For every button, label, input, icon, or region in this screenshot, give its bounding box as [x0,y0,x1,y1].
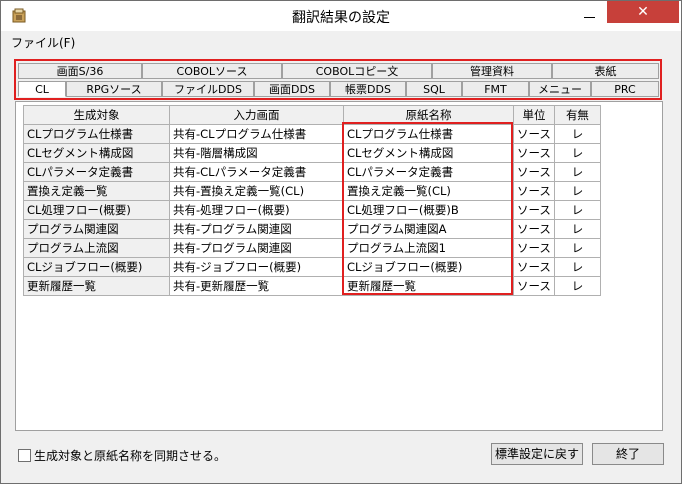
cell-input-screen[interactable]: 共有-プログラム関連図 [169,219,344,239]
col-header-input-screen[interactable]: 入力画面 [169,105,344,125]
col-header-presence[interactable]: 有無 [553,105,601,125]
settings-window: 翻訳結果の設定 ✕ ファイル(F) 画面S/36 COBOLソース COBOLコ… [0,0,682,484]
menu-bar: ファイル(F) [1,31,681,53]
cell-unit[interactable]: ソース [513,200,555,220]
cell-input-screen[interactable]: 共有-CLプログラム仕様書 [169,124,344,144]
cell-unit[interactable]: ソース [513,238,555,258]
exit-button[interactable]: 終了 [592,443,664,465]
close-window-button[interactable]: ✕ [607,1,679,23]
cell-input-screen[interactable]: 共有-ジョブフロー(概要) [169,257,344,277]
cell-input-screen[interactable]: 共有-プログラム関連図 [169,238,344,258]
cell-presence[interactable]: レ [553,124,601,144]
cell-input-screen[interactable]: 共有-処理フロー(概要) [169,200,344,220]
original-name-highlight-box [342,122,513,295]
sync-checkbox[interactable] [18,449,31,462]
table-row[interactable]: 置換え定義一覧 共有-置換え定義一覧(CL) 置換え定義一覧(CL) ソースレ [23,181,601,201]
translation-settings-table: 生成対象 入力画面 原紙名称 単位 有無 CLプログラム仕様書 共有-CLプログラ… [23,105,601,296]
cell-input-screen[interactable]: 共有-階層構成図 [169,143,344,163]
reset-defaults-button[interactable]: 標準設定に戻す [491,443,583,465]
menu-file[interactable]: ファイル(F) [11,34,75,51]
table-row[interactable]: CL処理フロー(概要) 共有-処理フロー(概要) CL処理フロー(概要)B ソースレ [23,200,601,220]
cell-target[interactable]: 置換え定義一覧 [23,181,170,201]
cell-presence[interactable]: レ [553,219,601,239]
cell-input-screen[interactable]: 共有-CLパラメータ定義書 [169,162,344,182]
table-row[interactable]: CLパラメータ定義書 共有-CLパラメータ定義書 CLパラメータ定義書 ソースレ [23,162,601,182]
col-header-target[interactable]: 生成対象 [23,105,170,125]
title-bar: 翻訳結果の設定 ✕ [1,1,681,31]
cell-target[interactable]: プログラム関連図 [23,219,170,239]
cell-unit[interactable]: ソース [513,257,555,277]
cell-presence[interactable]: レ [553,276,601,296]
cell-presence[interactable]: レ [553,257,601,277]
cell-target[interactable]: CLパラメータ定義書 [23,162,170,182]
cell-presence[interactable]: レ [553,238,601,258]
cell-presence[interactable]: レ [553,181,601,201]
table-row[interactable]: CLジョブフロー(概要) 共有-ジョブフロー(概要) CLジョブフロー(概要) ソース… [23,257,601,277]
cell-target[interactable]: CLプログラム仕様書 [23,124,170,144]
cell-presence[interactable]: レ [553,162,601,182]
cell-target[interactable]: 更新履歴一覧 [23,276,170,296]
cell-unit[interactable]: ソース [513,219,555,239]
cell-presence[interactable]: レ [553,200,601,220]
table-row[interactable]: プログラム関連図 共有-プログラム関連図 プログラム関連図A ソースレ [23,219,601,239]
cell-unit[interactable]: ソース [513,124,555,144]
table-row[interactable]: CLセグメント構成図 共有-階層構成図 CLセグメント構成図 ソースレ [23,143,601,163]
sync-checkbox-label[interactable]: 生成対象と原紙名称を同期させる。 [34,447,226,464]
cell-input-screen[interactable]: 共有-更新履歴一覧 [169,276,344,296]
cell-presence[interactable]: レ [553,143,601,163]
table-header-row: 生成対象 入力画面 原紙名称 単位 有無 [23,105,601,125]
table-row[interactable]: CLプログラム仕様書 共有-CLプログラム仕様書 CLプログラム仕様書 ソースレ [23,124,601,144]
cell-unit[interactable]: ソース [513,181,555,201]
cell-target[interactable]: プログラム上流図 [23,238,170,258]
table-row[interactable]: 更新履歴一覧 共有-更新履歴一覧 更新履歴一覧 ソースレ [23,276,601,296]
minimize-button[interactable] [575,1,605,31]
col-header-unit[interactable]: 単位 [513,105,555,125]
cell-unit[interactable]: ソース [513,276,555,296]
cell-target[interactable]: CL処理フロー(概要) [23,200,170,220]
cell-unit[interactable]: ソース [513,143,555,163]
cell-target[interactable]: CLセグメント構成図 [23,143,170,163]
table-row[interactable]: プログラム上流図 共有-プログラム関連図 プログラム上流図1 ソースレ [23,238,601,258]
cell-unit[interactable]: ソース [513,162,555,182]
tabs-highlight-box [14,59,662,100]
cell-input-screen[interactable]: 共有-置換え定義一覧(CL) [169,181,344,201]
cell-target[interactable]: CLジョブフロー(概要) [23,257,170,277]
